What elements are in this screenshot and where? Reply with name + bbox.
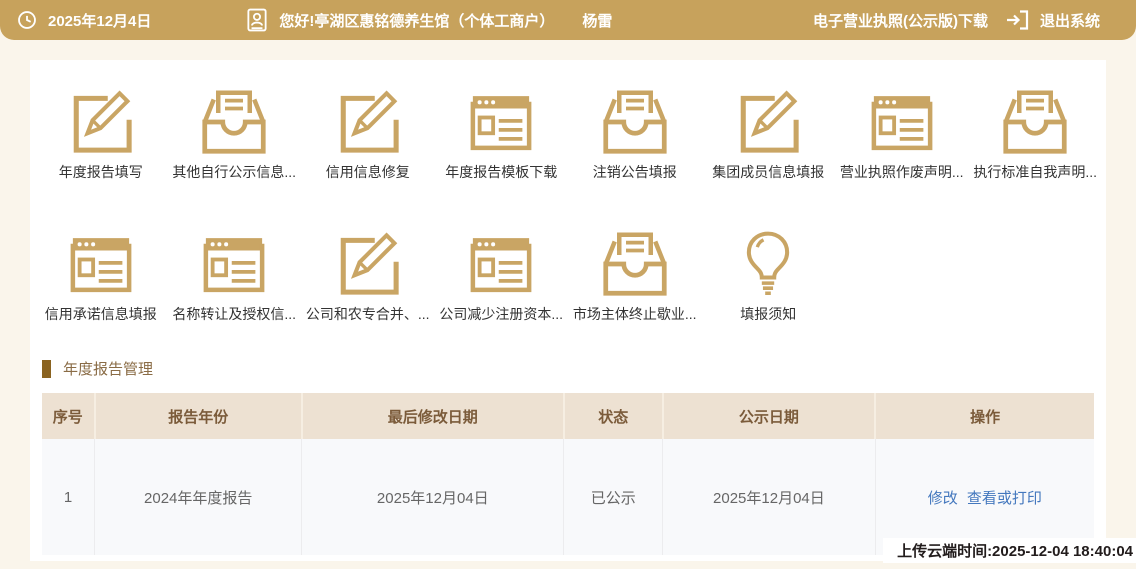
user-name: 杨雷 [582,12,613,30]
user-greeting: 您好!亭湖区惠铭德养生馆（个体工商户） [279,12,555,30]
menu-item-label: 填报须知 [740,306,797,322]
col-header-publish-date: 公示日期 [661,393,876,439]
edit-icon [65,86,137,158]
inbox-icon [599,228,671,300]
clock-icon [16,9,38,31]
topbar-date: 2025年12月4日 [48,12,152,30]
menu-item-label: 营业执照作废声明... [839,164,964,180]
menu-item-annual-report-fill[interactable]: 年度报告填写 [34,86,168,182]
menu-item-label: 市场主体终止歇业... [572,306,697,322]
col-header-status: 状态 [562,393,663,439]
browser-icon [198,228,270,300]
browser-icon [465,228,537,300]
inbox-icon [999,86,1071,158]
menu-item-company-merger[interactable]: 公司和农专合并、... [301,228,435,324]
menu-item-credit-commitment-info[interactable]: 信用承诺信息填报 [34,228,168,324]
user-icon [247,8,267,32]
menu-item-label: 公司减少注册资本... [439,306,564,322]
table-header-row: 序号 报告年份 最后修改日期 状态 公示日期 操作 [42,393,1094,439]
menu-item-label: 年度报告模板下载 [445,164,558,180]
bulb-icon [732,228,804,300]
logout-icon [1004,8,1030,32]
modify-link[interactable]: 修改 [928,490,958,507]
menu-item-label: 信用承诺信息填报 [44,306,157,322]
topbar-right: 电子营业执照(公示版)下载 退出系统 [813,8,1100,32]
menu-item-credit-repair[interactable]: 信用信息修复 [301,86,435,182]
menu-item-label: 集团成员信息填报 [712,164,825,180]
cell-report-year: 2024年年度报告 [94,439,302,555]
menu-item-name-transfer-authorization[interactable]: 名称转让及授权信... [168,228,302,324]
col-header-seq: 序号 [42,393,95,439]
menu-item-capital-reduction[interactable]: 公司减少注册资本... [435,228,569,324]
cell-seq: 1 [42,439,95,555]
edit-icon [332,228,404,300]
menu-item-label: 公司和农专合并、... [305,306,430,322]
topbar: 2025年12月4日 您好!亭湖区惠铭德养生馆（个体工商户） 杨雷 电子营业执照… [0,0,1136,40]
menu-item-business-suspension[interactable]: 市场主体终止歇业... [568,228,702,324]
annual-report-table: 序号 报告年份 最后修改日期 状态 公示日期 操作 1 2024年年度报告 20… [42,393,1094,555]
section-title: 年度报告管理 [63,361,154,378]
logout-link[interactable]: 退出系统 [1040,10,1100,31]
edit-icon [332,86,404,158]
license-download-link[interactable]: 电子营业执照(公示版)下载 [813,10,988,31]
menu-item-filing-notice[interactable]: 填报须知 [702,228,836,324]
browser-icon [866,86,938,158]
menu-item-label: 执行标准自我声明... [973,164,1098,180]
edit-icon [732,86,804,158]
menu-item-label: 注销公告填报 [592,164,677,180]
cell-publish-date: 2025年12月04日 [662,439,876,555]
menu-item-label: 信用信息修复 [325,164,410,180]
inbox-icon [599,86,671,158]
upload-time-label: 上传云端时间:2025-12-04 18:40:04 [883,538,1136,563]
main-card: 年度报告填写 其他自行公示信息... 信用信息修复 年度报告模板下载 注销公告填… [30,60,1106,561]
menu-item-label: 其他自行公示信息... [172,164,297,180]
function-menu: 年度报告填写 其他自行公示信息... 信用信息修复 年度报告模板下载 注销公告填… [30,60,1106,324]
menu-item-group-member-info[interactable]: 集团成员信息填报 [702,86,836,182]
browser-icon [465,86,537,158]
menu-item-cancellation-notice[interactable]: 注销公告填报 [568,86,702,182]
menu-item-label: 名称转让及授权信... [172,306,297,322]
menu-item-annual-report-template-download[interactable]: 年度报告模板下载 [435,86,569,182]
browser-icon [65,228,137,300]
col-header-last-modified: 最后修改日期 [300,393,564,439]
section-accent-bar [42,359,51,378]
menu-item-license-invalid-declaration[interactable]: 营业执照作废声明... [835,86,969,182]
col-header-actions: 操作 [874,393,1094,439]
view-print-link[interactable]: 查看或打印 [967,490,1042,507]
cell-last-modified: 2025年12月04日 [301,439,564,555]
col-header-report-year: 报告年份 [93,393,302,439]
section-header: 年度报告管理 [42,358,1094,379]
inbox-icon [198,86,270,158]
menu-item-standard-self-declaration[interactable]: 执行标准自我声明... [969,86,1103,182]
cell-status: 已公示 [563,439,663,555]
menu-item-label: 年度报告填写 [58,164,143,180]
menu-item-other-publicity-info[interactable]: 其他自行公示信息... [168,86,302,182]
